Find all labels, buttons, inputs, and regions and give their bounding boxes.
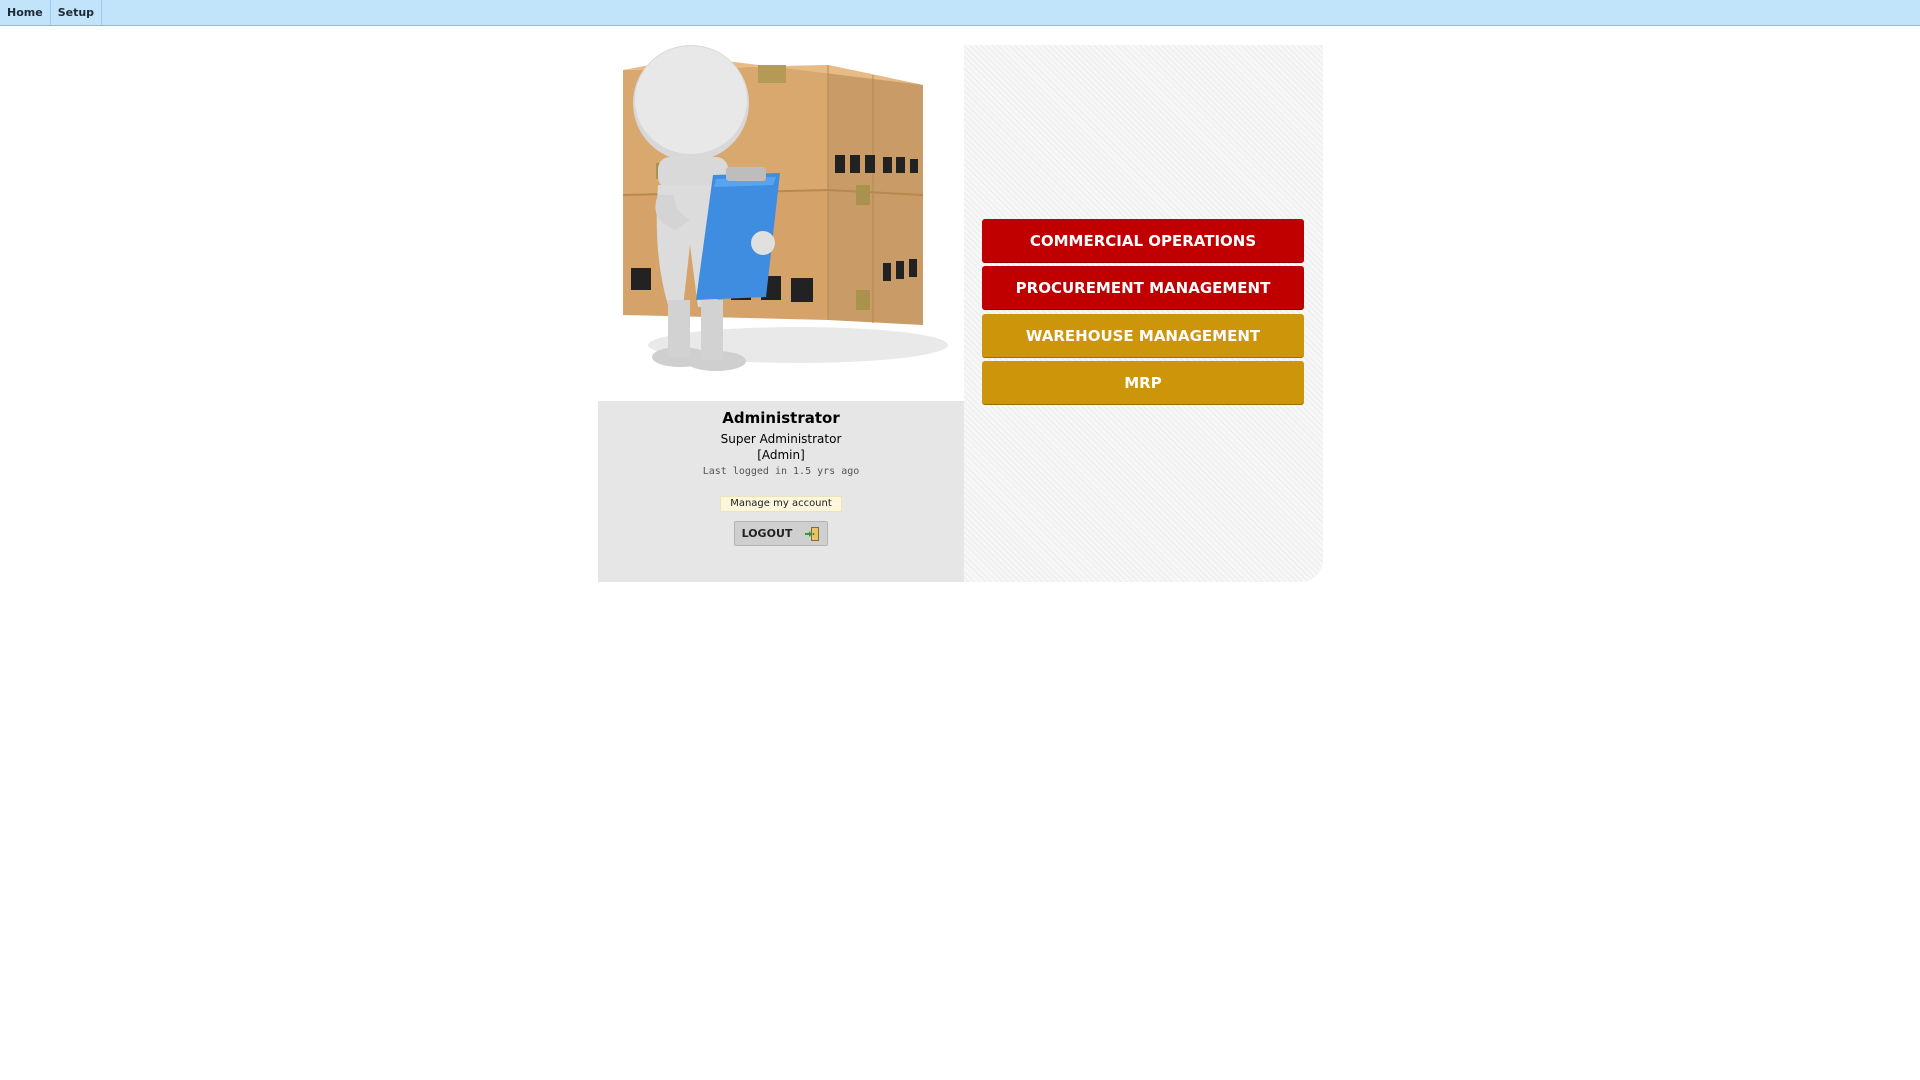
person-with-clipboard-and-boxes-illustration (598, 45, 964, 401)
logout-door-icon (805, 526, 820, 541)
menu-item-home[interactable]: Home (0, 0, 51, 25)
last-logged-text: Last logged in 1.5 yrs ago (702, 466, 860, 477)
logout-button[interactable]: LOGOUT (734, 521, 828, 546)
user-name: Administrator (722, 409, 840, 427)
profile-box: Administrator Super Administrator [Admin… (598, 401, 964, 582)
modules-column: COMMERCIAL OPERATIONS PROCUREMENT MANAGE… (964, 45, 1323, 582)
menu-item-setup[interactable]: Setup (51, 0, 103, 25)
user-role: Super Administrator (720, 432, 842, 446)
user-column: Administrator Super Administrator [Admin… (598, 45, 964, 582)
user-login: [Admin] (757, 448, 805, 462)
illustration-svg (622, 45, 948, 371)
procurement-management-button[interactable]: PROCUREMENT MANAGEMENT (982, 266, 1304, 310)
manage-account-button[interactable]: Manage my account (720, 496, 842, 512)
mrp-button[interactable]: MRP (982, 361, 1304, 405)
dashboard-panel: Administrator Super Administrator [Admin… (598, 45, 1323, 582)
commercial-operations-button[interactable]: COMMERCIAL OPERATIONS (982, 219, 1304, 263)
logout-label: LOGOUT (741, 527, 793, 540)
top-menu-bar: Home Setup (0, 0, 1920, 26)
warehouse-management-button[interactable]: WAREHOUSE MANAGEMENT (982, 314, 1304, 358)
